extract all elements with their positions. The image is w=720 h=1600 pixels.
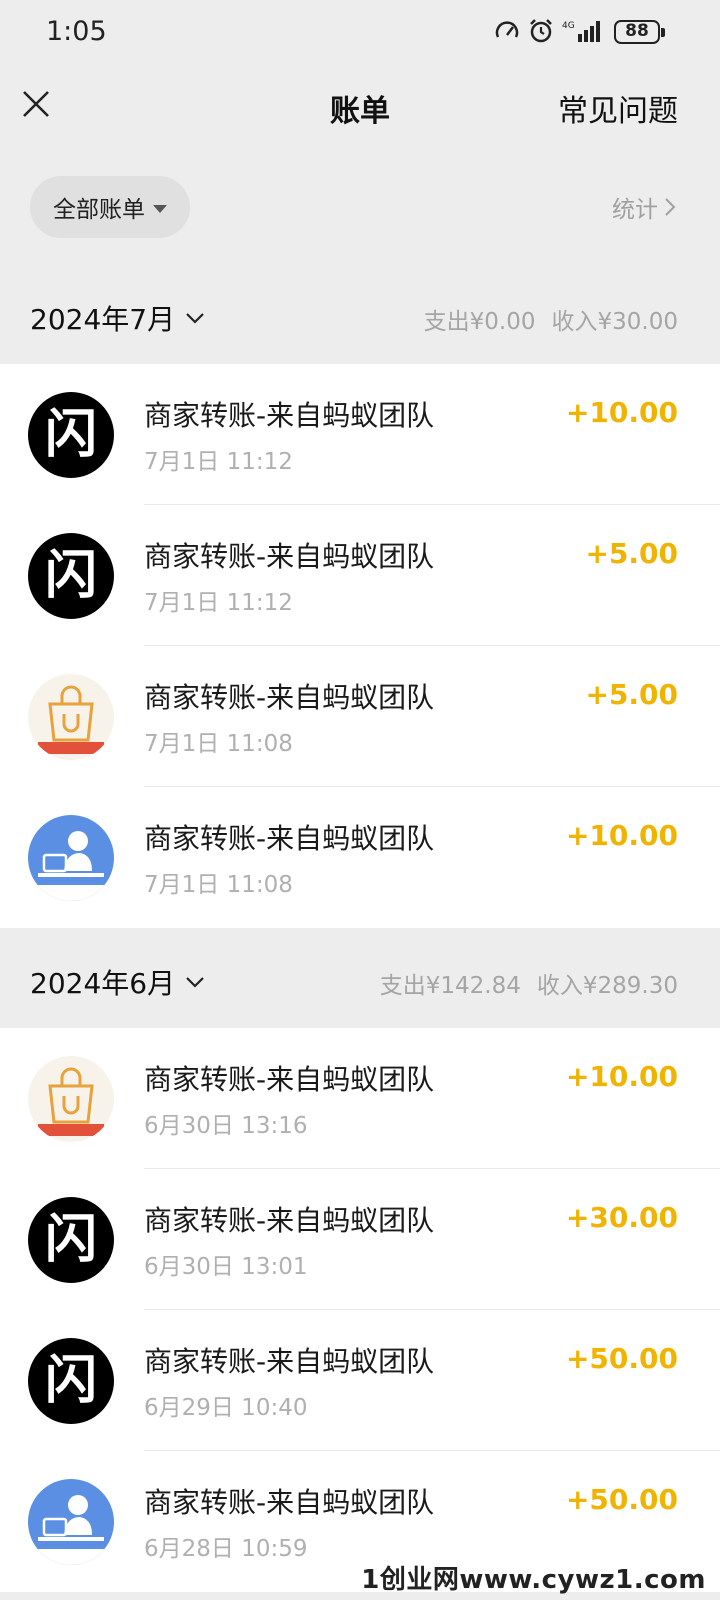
- person-desk-icon: [28, 815, 114, 901]
- transaction-time: 7月1日 11:12: [144, 449, 293, 475]
- header: 账单 常见问题: [0, 66, 720, 146]
- shopping-bag-icon: [28, 674, 114, 760]
- transaction-amount: +5.00: [585, 678, 678, 711]
- battery-icon: 88: [614, 20, 665, 44]
- expense-total: 支出¥142.84: [379, 973, 521, 999]
- transaction-title: 商家转账-来自蚂蚁团队: [144, 1063, 435, 1096]
- transaction-row[interactable]: 闪商家转账-来自蚂蚁团队 6月29日 10:40 +50.00: [0, 1310, 720, 1451]
- person-desk-icon: [28, 1479, 114, 1565]
- flash-icon: 闪: [28, 392, 114, 478]
- chevron-right-icon: [665, 198, 676, 216]
- month-selector[interactable]: 2024年6月: [30, 962, 205, 1002]
- transaction-amount: +10.00: [565, 1060, 678, 1093]
- transaction-amount: +5.00: [585, 537, 678, 570]
- income-total: 收入¥289.30: [536, 973, 678, 999]
- watermark: 1创业网www.cywz1.com: [361, 1565, 706, 1595]
- transaction-time: 7月1日 11:12: [144, 590, 293, 616]
- transaction-time: 6月30日 13:16: [144, 1113, 308, 1139]
- transaction-time: 6月29日 10:40: [144, 1395, 308, 1421]
- bill-filter-dropdown[interactable]: 全部账单: [30, 176, 190, 238]
- transaction-amount: +10.00: [565, 396, 678, 429]
- transaction-amount: +50.00: [565, 1342, 678, 1375]
- month-summary: 支出¥0.00 收入¥30.00: [424, 302, 678, 336]
- chevron-down-icon: [186, 977, 204, 988]
- transaction-row[interactable]: 商家转账-来自蚂蚁团队 7月1日 11:08 +5.00: [0, 646, 720, 787]
- caret-down-icon: [153, 204, 167, 213]
- alarm-icon: [530, 19, 552, 43]
- transaction-title: 商家转账-来自蚂蚁团队: [144, 1486, 435, 1519]
- expense-total: 支出¥0.00: [423, 309, 536, 335]
- transaction-amount: +10.00: [565, 819, 678, 852]
- stats-label: 统计: [612, 197, 658, 223]
- shopping-bag-icon: [28, 1056, 114, 1142]
- transaction-list-june: 商家转账-来自蚂蚁团队 6月30日 13:16 +10.00 闪商家转账-来自蚂蚁团队…: [0, 1028, 720, 1592]
- transaction-row[interactable]: 商家转账-来自蚂蚁团队 7月1日 11:08 +10.00: [0, 787, 720, 928]
- month-selector[interactable]: 2024年7月: [30, 298, 205, 338]
- status-time: 1:05: [46, 16, 107, 47]
- bill-filter-label: 全部账单: [53, 197, 145, 223]
- transaction-title: 商家转账-来自蚂蚁团队: [144, 540, 435, 573]
- transaction-amount: +50.00: [565, 1483, 678, 1516]
- month-label: 2024年7月: [30, 303, 176, 336]
- flash-icon: 闪: [28, 1197, 114, 1283]
- month-label: 2024年6月: [30, 967, 176, 1000]
- transaction-title: 商家转账-来自蚂蚁团队: [144, 822, 435, 855]
- transaction-time: 6月28日 10:59: [144, 1536, 308, 1562]
- speed-icon: [495, 21, 519, 38]
- transaction-time: 7月1日 11:08: [144, 872, 293, 898]
- transaction-row[interactable]: 闪商家转账-来自蚂蚁团队 6月30日 13:01 +30.00: [0, 1169, 720, 1310]
- status-bar: 1:05 4G 88: [0, 0, 720, 66]
- transaction-title: 商家转账-来自蚂蚁团队: [144, 681, 435, 714]
- transaction-time: 6月30日 13:01: [144, 1254, 308, 1280]
- month-header-july: 2024年7月 支出¥0.00 收入¥30.00: [0, 268, 720, 364]
- flash-icon: 闪: [28, 533, 114, 619]
- transaction-row[interactable]: 闪商家转账-来自蚂蚁团队 7月1日 11:12 +5.00: [0, 505, 720, 646]
- month-header-june: 2024年6月 支出¥142.84 收入¥289.30: [0, 930, 720, 1028]
- chevron-down-icon: [186, 313, 204, 324]
- flash-icon: 闪: [28, 1338, 114, 1424]
- transaction-time: 7月1日 11:08: [144, 731, 293, 757]
- transaction-title: 商家转账-来自蚂蚁团队: [144, 399, 435, 432]
- income-total: 收入¥30.00: [551, 309, 678, 335]
- transaction-row[interactable]: 闪商家转账-来自蚂蚁团队 7月1日 11:12 +10.00: [0, 364, 720, 505]
- status-icons: 4G: [494, 18, 602, 44]
- transaction-row[interactable]: 商家转账-来自蚂蚁团队 6月30日 13:16 +10.00: [0, 1028, 720, 1169]
- transaction-title: 商家转账-来自蚂蚁团队: [144, 1204, 435, 1237]
- transaction-amount: +30.00: [565, 1201, 678, 1234]
- transaction-title: 商家转账-来自蚂蚁团队: [144, 1345, 435, 1378]
- stats-link[interactable]: 统计: [612, 190, 676, 224]
- faq-link[interactable]: 常见问题: [558, 86, 678, 130]
- month-summary: 支出¥142.84 收入¥289.30: [380, 966, 678, 1000]
- svg-text:4G: 4G: [562, 21, 575, 31]
- signal-icon: 4G: [562, 21, 600, 42]
- filter-row: 全部账单 统计: [0, 150, 720, 266]
- transaction-list-july: 闪商家转账-来自蚂蚁团队 7月1日 11:12 +10.00 闪商家转账-来自蚂蚁团队…: [0, 364, 720, 928]
